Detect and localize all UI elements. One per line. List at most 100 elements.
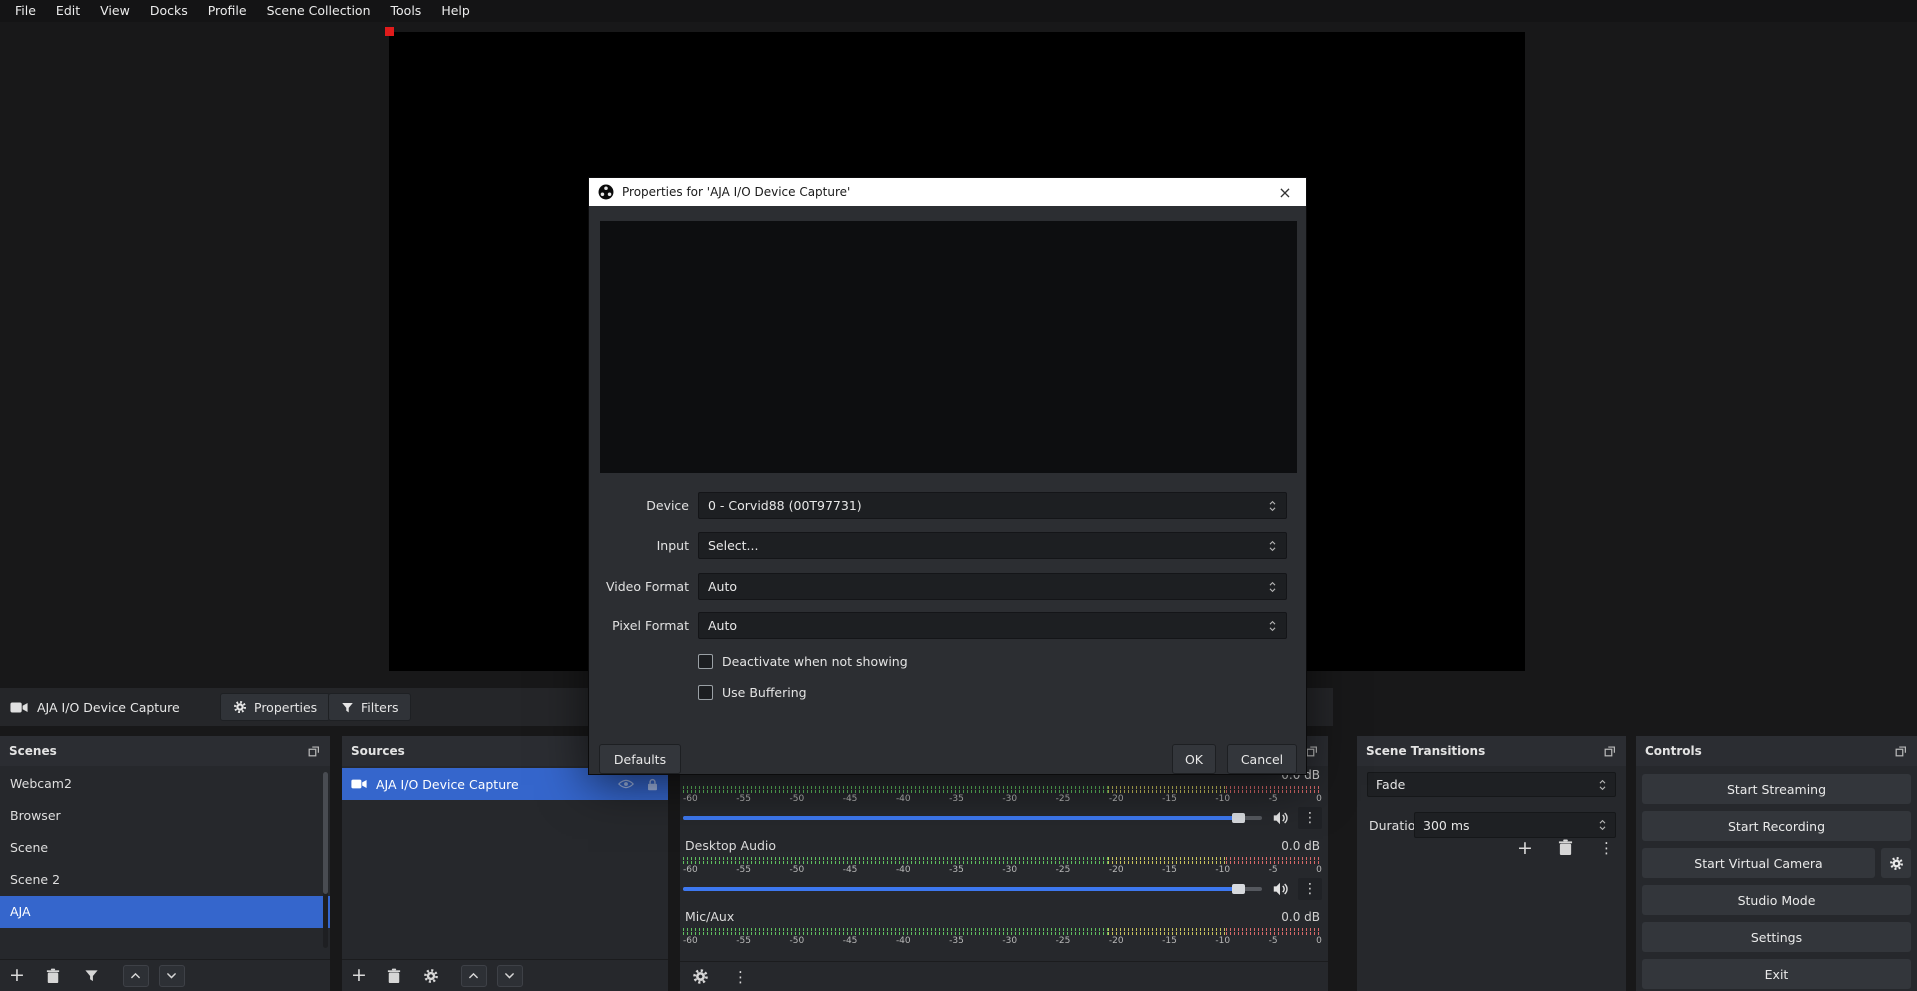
transition-options-button[interactable]: ⋮ [1599,839,1614,857]
spin-down-icon[interactable] [1598,825,1607,832]
speaker-icon[interactable] [1271,810,1289,826]
cancel-button[interactable]: Cancel [1227,744,1297,774]
properties-button[interactable]: Properties [220,693,330,721]
source-item-icons [618,778,659,791]
meter-green-segment [683,928,1108,931]
defaults-button[interactable]: Defaults [599,744,681,774]
speaker-icon[interactable] [1271,881,1289,897]
menu-profile[interactable]: Profile [198,0,257,22]
popout-icon[interactable] [1305,744,1319,758]
menu-edit[interactable]: Edit [46,0,90,22]
use-buffering-checkbox-label: Use Buffering [722,685,807,700]
pixel-format-select[interactable]: Auto [698,612,1287,639]
audio-meter [683,928,1322,935]
sources-list: AJA I/O Device Capture [342,768,668,959]
menu-docks[interactable]: Docks [140,0,198,22]
source-properties-button[interactable] [423,968,439,984]
transition-select[interactable]: Fade [1367,772,1616,797]
start-virtual-camera-button[interactable]: Start Virtual Camera [1642,848,1875,878]
meter-yellow-segment [1108,861,1226,864]
scene-item-aja[interactable]: AJA [0,896,330,928]
device-value: 0 - Corvid88 (00T97731) [708,498,862,513]
scene-item-scene[interactable]: Scene [0,832,330,864]
use-buffering-checkbox[interactable] [698,685,713,700]
camera-icon [351,778,367,790]
settings-button[interactable]: Settings [1642,922,1911,952]
add-source-button[interactable]: + [351,966,367,985]
move-source-down-button[interactable] [497,965,523,987]
selection-handle[interactable] [385,27,394,36]
duration-spinbox[interactable]: 300 ms [1414,812,1616,838]
input-select[interactable]: Select... [698,532,1287,559]
plus-icon: + [9,966,25,985]
add-scene-button[interactable]: + [9,966,25,985]
meter-row [683,790,1322,793]
menu-scene-collection[interactable]: Scene Collection [257,0,381,22]
volume-slider[interactable] [683,887,1262,891]
channel-options-button[interactable]: ⋮ [1298,807,1322,829]
remove-transition-button[interactable] [1558,839,1573,856]
move-scene-up-button[interactable] [123,965,149,987]
scenes-scrollbar[interactable] [323,772,328,948]
close-button[interactable]: × [1264,178,1306,206]
menu-help[interactable]: Help [431,0,480,22]
advanced-audio-button[interactable] [692,968,709,985]
volume-slider[interactable] [683,816,1262,820]
scene-filters-button[interactable] [84,968,99,983]
popout-icon[interactable] [307,744,321,758]
popout-icon[interactable] [1603,744,1617,758]
trash-icon [387,968,401,984]
meter-scale-label: -50 [789,865,804,876]
video-format-value: Auto [708,579,737,594]
combo-spinner-icon [1268,580,1277,594]
menu-tools[interactable]: Tools [381,0,432,22]
meter-red-segment [1226,861,1322,864]
ok-button[interactable]: OK [1172,744,1216,774]
scene-item-webcam2[interactable]: Webcam2 [0,768,330,800]
meter-yellow-segment [1108,786,1226,789]
remove-scene-button[interactable] [46,968,60,984]
meter-scale-label: -20 [1109,936,1124,947]
spin-up-icon[interactable] [1598,818,1607,825]
start-streaming-button[interactable]: Start Streaming [1642,774,1911,804]
filters-button[interactable]: Filters [328,693,411,721]
popout-icon[interactable] [1894,744,1908,758]
channel-options-button[interactable]: ⋮ [1298,878,1322,900]
video-format-select[interactable]: Auto [698,573,1287,600]
add-transition-button[interactable]: + [1517,839,1533,858]
volume-handle[interactable] [1232,884,1245,894]
volume-handle[interactable] [1232,813,1245,823]
deactivate-checkbox[interactable] [698,654,713,669]
transitions-dock-header: Scene Transitions [1357,736,1626,766]
spinbox-arrows [1598,818,1607,832]
device-row: Device 0 - Corvid88 (00T97731) [589,492,1306,519]
eye-icon[interactable] [618,778,634,790]
remove-source-button[interactable] [387,968,401,984]
move-scene-down-button[interactable] [159,965,185,987]
mixer-channel: 0.0 dB -60-55-50-45-40-35-30-25-20-15-10… [683,766,1322,827]
duration-value: 300 ms [1423,818,1470,833]
scene-item-browser[interactable]: Browser [0,800,330,832]
meter-row [683,928,1322,931]
device-select[interactable]: 0 - Corvid88 (00T97731) [698,492,1287,519]
kebab-icon: ⋮ [1303,881,1317,897]
move-source-up-button[interactable] [461,965,487,987]
controls-title: Controls [1645,744,1702,758]
menu-file[interactable]: File [5,0,46,22]
start-recording-button[interactable]: Start Recording [1642,811,1911,841]
studio-mode-button[interactable]: Studio Mode [1642,885,1911,915]
mixer-channel-header: Desktop Audio 0.0 dB [683,837,1322,855]
virtual-camera-config-button[interactable] [1881,848,1911,878]
pixel-format-value: Auto [708,618,737,633]
menu-view[interactable]: View [90,0,140,22]
meter-scale-label: -60 [683,794,698,805]
meter-scale-label: -5 [1269,936,1278,947]
mixer-options-button[interactable]: ⋮ [733,968,748,986]
exit-button[interactable]: Exit [1642,959,1911,989]
meter-scale-label: -20 [1109,865,1124,876]
dialog-titlebar[interactable]: Properties for 'AJA I/O Device Capture' … [589,178,1306,206]
scenes-scrollbar-thumb[interactable] [323,772,328,894]
scene-item-scene2[interactable]: Scene 2 [0,864,330,896]
lock-icon[interactable] [646,778,659,791]
meter-scale-label: -10 [1215,794,1230,805]
